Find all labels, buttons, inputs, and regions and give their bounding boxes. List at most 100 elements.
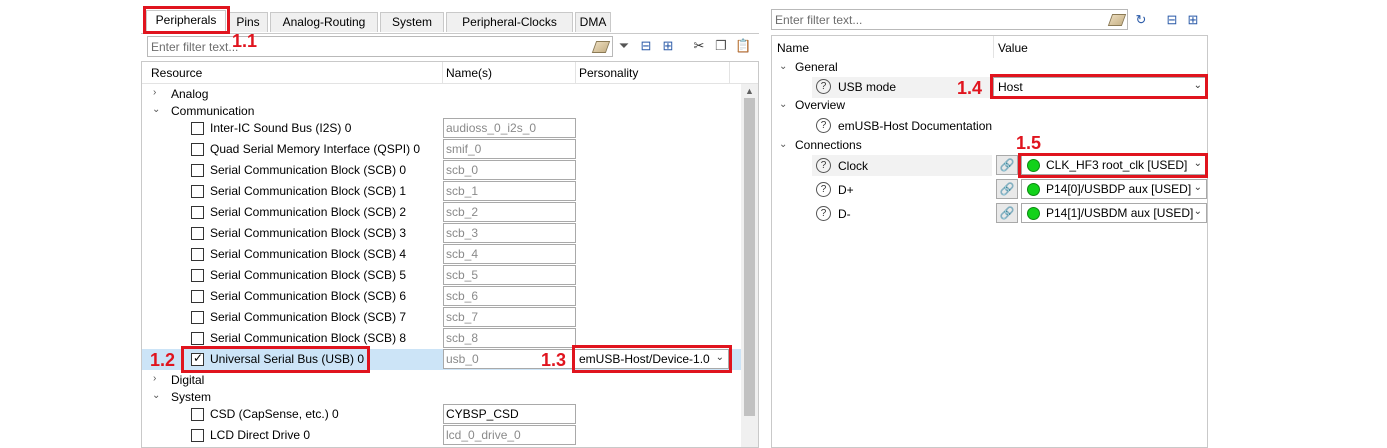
- tree-resource-row[interactable]: Serial Communication Block (SCB) 5 scb_5: [142, 265, 742, 286]
- help-icon[interactable]: ?: [816, 206, 831, 221]
- scroll-thumb[interactable]: [744, 98, 755, 416]
- resource-checkbox[interactable]: [191, 143, 204, 156]
- callout-1-3: 1.3: [541, 350, 567, 370]
- help-icon[interactable]: ?: [816, 158, 831, 173]
- help-icon[interactable]: ?: [816, 118, 831, 133]
- instance-name-field[interactable]: audioss_0_i2s_0: [443, 118, 576, 138]
- tree-resource-row[interactable]: Serial Communication Block (SCB) 4 scb_4: [142, 244, 742, 265]
- tab-pins[interactable]: Pins: [228, 12, 268, 32]
- resource-checkbox[interactable]: [191, 408, 204, 421]
- resource-checkbox[interactable]: [191, 290, 204, 303]
- dminus-select[interactable]: P14[1]/USBDM aux [USED] ⌄: [1021, 203, 1207, 223]
- tab-analog-routing[interactable]: Analog-Routing: [270, 12, 378, 32]
- collapse-arrow-icon[interactable]: ⌄: [779, 139, 787, 150]
- instance-name-field[interactable]: scb_2: [443, 202, 576, 222]
- expand-all-icon[interactable]: ⊞: [660, 38, 676, 54]
- resource-checkbox[interactable]: [191, 429, 204, 442]
- dplus-select[interactable]: P14[0]/USBDP aux [USED] ⌄: [1021, 179, 1207, 199]
- documentation-link[interactable]: emUSB-Host Documentation: [838, 119, 992, 133]
- col-value: Value: [998, 41, 1028, 55]
- peripherals-panel: Peripherals Pins Analog-Routing System P…: [141, 6, 759, 448]
- col-name: Name: [777, 41, 810, 55]
- collapse-arrow-icon[interactable]: ⌄: [152, 390, 160, 401]
- parameter-filter-input[interactable]: Enter filter text...: [771, 9, 1128, 30]
- collapse-arrow-icon[interactable]: ⌄: [779, 99, 787, 110]
- tree-resource-row[interactable]: Serial Communication Block (SCB) 6 scb_6: [142, 286, 742, 307]
- collapse-all-icon[interactable]: ⊟: [1164, 12, 1180, 28]
- resource-checkbox[interactable]: [191, 332, 204, 345]
- tree-resource-row[interactable]: Quad Serial Memory Interface (QSPI) 0 smi…: [142, 139, 742, 160]
- collapse-all-icon[interactable]: ⊟: [638, 38, 654, 54]
- instance-name-field[interactable]: scb_6: [443, 286, 576, 306]
- expand-arrow-icon[interactable]: ›: [153, 87, 156, 98]
- tree-resource-row[interactable]: Serial Communication Block (SCB) 0 scb_0: [142, 160, 742, 181]
- paste-icon[interactable]: 📋: [735, 38, 751, 54]
- resource-label: Serial Communication Block (SCB) 7: [210, 310, 407, 324]
- instance-name-field[interactable]: lcd_0_drive_0: [443, 425, 576, 445]
- help-icon[interactable]: ?: [816, 79, 831, 94]
- collapse-arrow-icon[interactable]: ⌄: [152, 104, 160, 115]
- resource-checkbox[interactable]: [191, 122, 204, 135]
- instance-name-field[interactable]: scb_7: [443, 307, 576, 327]
- collapse-arrow-icon[interactable]: ⌄: [779, 61, 787, 72]
- instance-name-field[interactable]: CYBSP_CSD: [443, 404, 576, 424]
- resource-filter-input[interactable]: Enter filter text...: [147, 36, 613, 57]
- tree-resource-row[interactable]: Inter-IC Sound Bus (I2S) 0 audioss_0_i2s_…: [142, 118, 742, 139]
- resource-label: Serial Communication Block (SCB) 8: [210, 331, 407, 345]
- clear-filter-icon[interactable]: [1107, 14, 1127, 26]
- resource-checkbox[interactable]: [191, 269, 204, 282]
- copy-icon[interactable]: ❐: [713, 38, 729, 54]
- col-names: Name(s): [446, 66, 493, 80]
- instance-name-field[interactable]: scb_4: [443, 244, 576, 264]
- resource-checkbox[interactable]: [191, 185, 204, 198]
- tab-dma[interactable]: DMA: [575, 12, 611, 32]
- tab-system[interactable]: System: [380, 12, 444, 32]
- instance-name-field[interactable]: smif_0: [443, 139, 576, 159]
- dminus-value: P14[1]/USBDM aux [USED]: [1046, 206, 1194, 220]
- clock-label: Clock: [838, 159, 869, 173]
- section-connections: Connections: [795, 138, 862, 152]
- filter-icon[interactable]: ⏷: [616, 38, 632, 54]
- refresh-icon[interactable]: ↻: [1133, 12, 1149, 28]
- usb-mode-label: USB mode: [838, 80, 897, 94]
- tree-resource-row[interactable]: LCD Direct Drive 0 lcd_0_drive_0: [142, 425, 742, 446]
- instance-name-field[interactable]: scb_1: [443, 181, 576, 201]
- node-label: Digital: [171, 373, 205, 387]
- clear-filter-icon[interactable]: [591, 41, 611, 53]
- tree-resource-row[interactable]: Serial Communication Block (SCB) 1 scb_1: [142, 181, 742, 202]
- vertical-scrollbar[interactable]: ▲: [741, 84, 758, 447]
- expand-all-icon[interactable]: ⊞: [1185, 12, 1201, 28]
- instance-name-field[interactable]: scb_8: [443, 328, 576, 348]
- resource-checkbox[interactable]: [191, 311, 204, 324]
- chevron-down-icon: ⌄: [1193, 206, 1202, 217]
- highlight-box-peripherals-tab: [143, 6, 230, 34]
- expand-arrow-icon[interactable]: ›: [153, 373, 156, 384]
- resource-checkbox[interactable]: [191, 227, 204, 240]
- tree-resource-row[interactable]: CSD (CapSense, etc.) 0 CYBSP_CSD: [142, 404, 742, 425]
- instance-name-field[interactable]: scb_3: [443, 223, 576, 243]
- tab-peripheral-clocks[interactable]: Peripheral-Clocks: [446, 12, 573, 32]
- tree-resource-row[interactable]: Serial Communication Block (SCB) 2 scb_2: [142, 202, 742, 223]
- link-icon[interactable]: 🔗: [996, 155, 1018, 175]
- resource-label: Serial Communication Block (SCB) 5: [210, 268, 407, 282]
- resource-checkbox[interactable]: [191, 164, 204, 177]
- highlight-box-usb: [181, 346, 370, 373]
- tree-resource-row[interactable]: Serial Communication Block (SCB) 3 scb_3: [142, 223, 742, 244]
- link-icon[interactable]: 🔗: [996, 179, 1018, 199]
- node-label: Communication: [171, 104, 255, 118]
- resource-checkbox[interactable]: [191, 206, 204, 219]
- instance-name-field[interactable]: scb_5: [443, 265, 576, 285]
- link-icon[interactable]: 🔗: [996, 203, 1018, 223]
- tree-resource-row[interactable]: Serial Communication Block (SCB) 7 scb_7: [142, 307, 742, 328]
- resource-label: Serial Communication Block (SCB) 4: [210, 247, 407, 261]
- resource-label: CSD (CapSense, etc.) 0: [210, 407, 339, 421]
- cut-icon[interactable]: ✂: [691, 38, 707, 54]
- highlight-box-clock: [1018, 153, 1208, 178]
- instance-name-field[interactable]: scb_0: [443, 160, 576, 180]
- resource-label: LCD Direct Drive 0: [210, 428, 311, 442]
- resource-label: Serial Communication Block (SCB) 1: [210, 184, 407, 198]
- scroll-up-icon[interactable]: ▲: [745, 86, 754, 96]
- resource-checkbox[interactable]: [191, 248, 204, 261]
- help-icon[interactable]: ?: [816, 182, 831, 197]
- highlight-box-usb-mode: [990, 74, 1208, 99]
